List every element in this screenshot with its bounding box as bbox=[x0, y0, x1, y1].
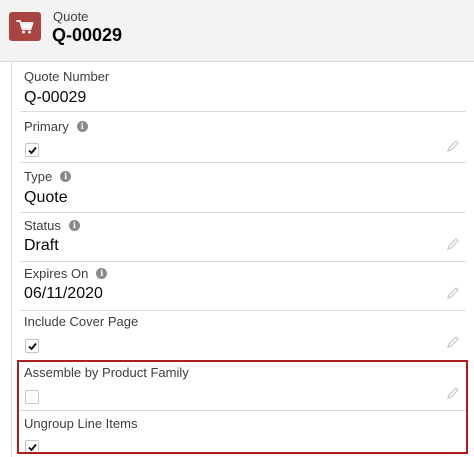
cart-icon bbox=[9, 12, 41, 41]
edit-pencil-icon[interactable] bbox=[446, 139, 460, 153]
info-icon[interactable]: i bbox=[76, 121, 88, 132]
field-expires-on: Expires On i 06/11/2020 bbox=[20, 262, 466, 311]
field-label: Quote Number bbox=[24, 69, 110, 84]
edit-pencil-icon[interactable] bbox=[446, 286, 460, 300]
field-value: Quote bbox=[24, 189, 68, 206]
edit-pencil-icon[interactable] bbox=[446, 237, 460, 251]
field-assemble-by-product-family: Assemble by Product Family bbox=[20, 361, 466, 411]
field-primary: Primary i bbox=[20, 112, 466, 163]
field-status: Status i Draft bbox=[20, 213, 466, 262]
info-icon[interactable]: i bbox=[96, 268, 108, 279]
field-label: Status bbox=[24, 218, 61, 233]
field-label: Expires On bbox=[24, 266, 89, 281]
edit-pencil-icon[interactable] bbox=[446, 386, 460, 400]
info-icon[interactable]: i bbox=[60, 171, 72, 182]
checkmark-icon bbox=[28, 342, 37, 351]
field-ungroup-line-items: Ungroup Line Items bbox=[20, 411, 466, 457]
edit-pencil-icon[interactable] bbox=[446, 335, 460, 349]
include-cover-page-checkbox[interactable] bbox=[25, 339, 39, 353]
primary-checkbox[interactable] bbox=[25, 143, 39, 157]
field-value: Draft bbox=[24, 237, 59, 254]
record-header: Quote Q-00029 bbox=[0, 0, 474, 62]
assemble-by-product-family-checkbox[interactable] bbox=[25, 390, 39, 404]
field-quote-number: Quote Number Q-00029 bbox=[20, 62, 466, 112]
record-title: Q-00029 bbox=[52, 25, 123, 45]
field-include-cover-page: Include Cover Page bbox=[20, 311, 466, 361]
info-icon[interactable]: i bbox=[68, 220, 80, 231]
field-label: Ungroup Line Items bbox=[24, 416, 138, 431]
field-label: Type bbox=[24, 169, 53, 184]
left-divider bbox=[11, 62, 12, 457]
field-value: Q-00029 bbox=[24, 89, 87, 106]
checkmark-icon bbox=[28, 443, 37, 452]
field-label: Primary bbox=[24, 119, 69, 134]
object-type-label: Quote bbox=[53, 9, 89, 24]
field-label: Include Cover Page bbox=[24, 314, 139, 329]
checkmark-icon bbox=[28, 146, 37, 155]
field-type: Type i Quote bbox=[20, 163, 466, 213]
field-label: Assemble by Product Family bbox=[24, 365, 189, 380]
field-value: 06/11/2020 bbox=[24, 285, 103, 302]
ungroup-line-items-checkbox[interactable] bbox=[25, 440, 39, 454]
